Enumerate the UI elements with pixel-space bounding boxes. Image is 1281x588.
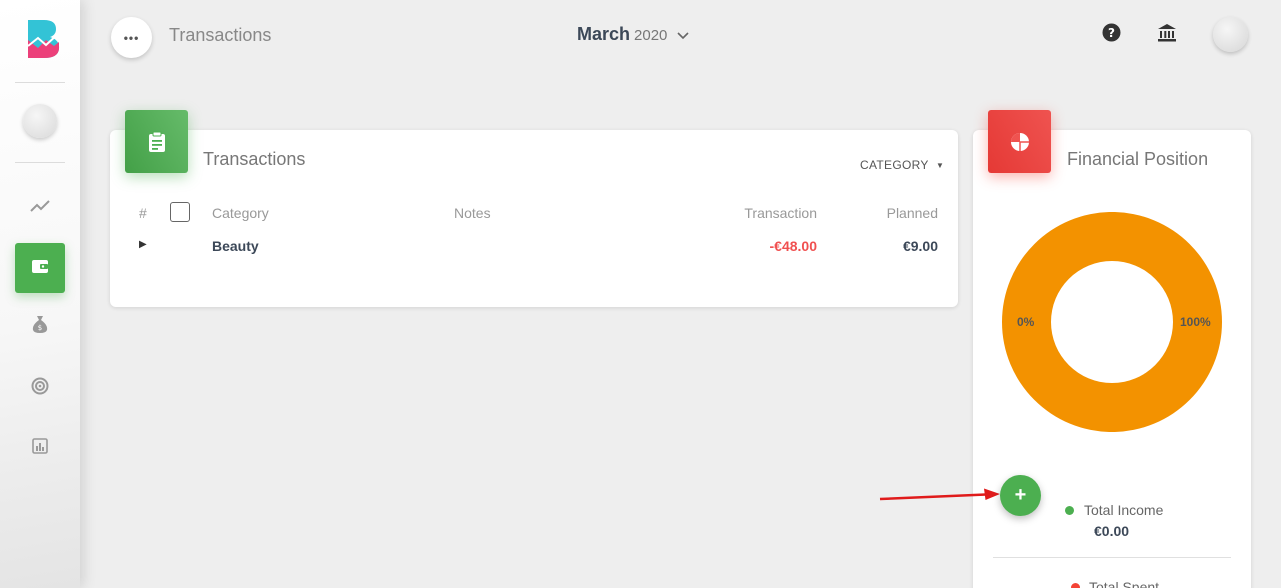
- card-title: Transactions: [203, 149, 306, 169]
- plus-icon: +: [1014, 484, 1027, 506]
- sidebar-item-transactions[interactable]: [15, 243, 65, 293]
- sidebar-divider: [15, 82, 65, 83]
- app-logo[interactable]: [24, 18, 62, 58]
- more-menu-button[interactable]: •••: [111, 17, 152, 58]
- bank-icon: [1157, 23, 1177, 47]
- page-title: Transactions: [169, 25, 272, 45]
- transactions-card: Transactions CATEGORY ▼ # Category Notes…: [110, 110, 958, 307]
- spent-legend-dot: [1071, 583, 1080, 588]
- sidebar-item-reports[interactable]: [15, 423, 65, 473]
- group-by-select[interactable]: CATEGORY: [860, 158, 929, 172]
- month-label: March: [577, 24, 631, 44]
- sidebar-item-budget[interactable]: $: [15, 301, 65, 351]
- sidebar-item-trends[interactable]: [15, 183, 65, 233]
- financial-position-card: Financial Position 0% 100% Total Income …: [973, 110, 1251, 588]
- help-icon: ?: [1102, 23, 1121, 47]
- column-header-category[interactable]: Category: [212, 205, 269, 221]
- wallet-icon: [31, 258, 49, 279]
- user-avatar[interactable]: [1213, 17, 1248, 52]
- income-legend-dot: [1065, 506, 1074, 515]
- legend-divider: [993, 557, 1231, 558]
- column-header-planned[interactable]: Planned: [887, 205, 938, 221]
- pie-chart-icon: [988, 110, 1051, 173]
- chevron-down-icon: [677, 27, 689, 45]
- donut-label-income: 0%: [1017, 315, 1035, 329]
- sidebar-item-goals[interactable]: [15, 363, 65, 413]
- select-all-checkbox[interactable]: [170, 202, 190, 222]
- year-label: 2020: [634, 27, 668, 44]
- avatar[interactable]: [23, 104, 57, 138]
- trending-icon: [30, 199, 50, 218]
- sidebar-divider: [15, 162, 65, 163]
- bar-chart-icon: [32, 437, 48, 459]
- help-button[interactable]: ?: [1100, 23, 1122, 47]
- target-icon: [31, 377, 49, 400]
- annotation-arrow: [879, 488, 1000, 501]
- sidebar: $: [0, 0, 80, 588]
- bank-button[interactable]: [1156, 24, 1178, 46]
- svg-text:?: ?: [1108, 26, 1115, 40]
- column-header-transaction[interactable]: Transaction: [744, 205, 817, 221]
- legend-label-spent: Total Spent: [1089, 579, 1160, 588]
- legend-value-income: €0.00: [1094, 523, 1130, 539]
- column-header-notes[interactable]: Notes: [454, 205, 491, 221]
- clipboard-icon: [125, 110, 188, 173]
- row-transaction: -€48.00: [769, 238, 817, 254]
- more-horiz-icon: •••: [123, 30, 140, 45]
- donut-label-spent: 100%: [1180, 315, 1211, 329]
- legend-label-income: Total Income: [1084, 502, 1164, 518]
- row-planned: €9.00: [902, 238, 938, 254]
- add-transaction-button[interactable]: +: [1000, 475, 1041, 516]
- expand-row-icon[interactable]: ▶: [139, 239, 147, 250]
- month-picker[interactable]: March 2020: [577, 24, 689, 45]
- card-title: Financial Position: [1067, 149, 1209, 169]
- column-header-index: #: [139, 205, 147, 221]
- svg-text:$: $: [38, 324, 42, 332]
- money-bag-icon: $: [31, 314, 49, 339]
- row-category: Beauty: [212, 238, 259, 254]
- caret-down-icon[interactable]: ▼: [936, 161, 944, 170]
